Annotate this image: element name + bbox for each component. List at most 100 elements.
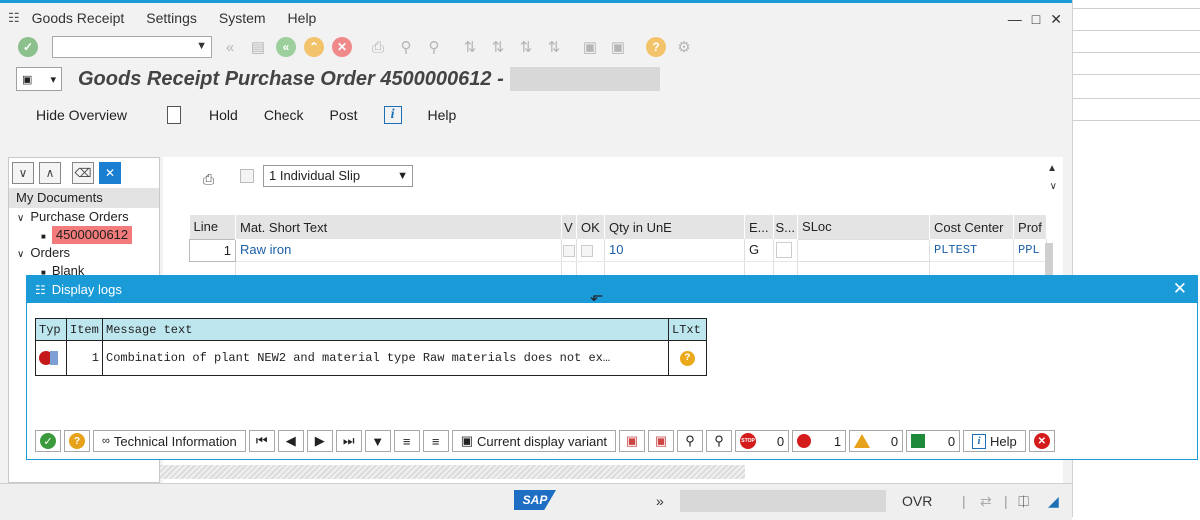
object-services-button[interactable]: ▣ ▾	[16, 67, 62, 91]
message-cell[interactable]: Combination of plant NEW2 and material t…	[102, 340, 669, 376]
copy-button[interactable]: ▣	[619, 430, 646, 452]
sort-asc-button[interactable]: ≡	[393, 430, 420, 452]
print-icon[interactable]: ⎙	[203, 171, 214, 188]
find-next-button[interactable]: ⚲	[706, 430, 733, 452]
info-icon[interactable]: i	[383, 106, 402, 124]
sloc-cell[interactable]	[797, 238, 931, 262]
col-header[interactable]: Message text	[102, 318, 669, 341]
table-row[interactable]: 1 Combination of plant NEW2 and material…	[35, 340, 707, 376]
find-button[interactable]: ⚲	[677, 430, 704, 452]
dialog-icon: ☷	[35, 282, 46, 297]
delete-icon[interactable]: ⌫	[72, 162, 94, 184]
menu-system[interactable]: System	[219, 10, 266, 26]
table-row[interactable]: 1 Raw iron 10 G PLTEST PPL	[189, 238, 1047, 262]
menu-settings[interactable]: Settings	[146, 10, 197, 26]
paste-button[interactable]: ▣	[648, 430, 675, 452]
prev-page-icon[interactable]: ⇅	[488, 37, 508, 57]
status-expand-icon[interactable]: »	[656, 493, 664, 509]
qty-cell[interactable]: 10	[604, 239, 745, 262]
help-button[interactable]: ?	[64, 430, 90, 452]
hold-button[interactable]: Hold	[209, 107, 238, 123]
menu-help[interactable]: Help	[288, 10, 317, 26]
exit-icon[interactable]: ⌃	[304, 37, 324, 57]
unit-cell[interactable]: G	[744, 239, 774, 262]
col-header[interactable]: Line	[189, 215, 236, 239]
find-next-icon[interactable]: ⚲	[424, 37, 444, 57]
help-button[interactable]: Help	[428, 107, 457, 123]
dialog-help-button[interactable]: i Help	[963, 430, 1026, 452]
print-icon[interactable]: ⎙	[368, 37, 388, 57]
new-session-icon[interactable]: ▣	[580, 37, 600, 57]
settings-gear-icon[interactable]: ⚙	[674, 37, 694, 57]
first-page-icon[interactable]: ⇅	[460, 37, 480, 57]
mat-short-text-cell[interactable]: Raw iron	[235, 239, 562, 262]
col-header[interactable]: OK	[576, 215, 605, 239]
tree-item-orders[interactable]: ∨ Orders	[9, 244, 159, 262]
dialog-close-icon[interactable]: ✕	[1173, 279, 1187, 299]
minimize-icon[interactable]: —	[1008, 11, 1022, 28]
filter-button[interactable]: ▼	[364, 430, 391, 452]
success-filter-button[interactable]: 0	[906, 430, 961, 452]
lock-icon[interactable]: ⎅	[1018, 493, 1029, 510]
new-document-icon[interactable]	[167, 106, 182, 124]
tree-item-po[interactable]: ■ 4500000612	[9, 226, 159, 244]
shortcut-icon[interactable]: ▣	[608, 37, 628, 57]
next-page-icon[interactable]: ⇅	[516, 37, 536, 57]
col-header[interactable]: Cost Center	[929, 215, 1015, 239]
back-arrows-icon[interactable]: «	[220, 37, 240, 57]
expand-all-icon[interactable]: ∨	[12, 162, 34, 184]
help-icon[interactable]: ?	[646, 37, 666, 57]
last-page-icon[interactable]: ⇅	[544, 37, 564, 57]
cancel-icon[interactable]: ✕	[332, 37, 352, 57]
prev-button[interactable]: ◀	[277, 430, 304, 452]
col-header[interactable]: E...	[744, 215, 774, 239]
menu-icon[interactable]: ☷	[8, 10, 20, 26]
next-button[interactable]: ▶	[306, 430, 333, 452]
v-checkbox[interactable]	[563, 244, 575, 257]
find-icon[interactable]: ⚲	[396, 37, 416, 57]
slip-select[interactable]: 1 Individual Slip ▼	[263, 165, 413, 187]
check-button[interactable]: Check	[264, 107, 304, 123]
stop-filter-button[interactable]: STOP 0	[735, 430, 790, 452]
col-header[interactable]: SLoc	[797, 215, 931, 239]
enter-icon[interactable]: ✓	[18, 37, 38, 57]
first-page-button[interactable]: ⏮	[248, 430, 275, 452]
line-cell[interactable]: 1	[189, 238, 236, 262]
col-header[interactable]: Prof	[1013, 215, 1047, 239]
sort-desc-button[interactable]: ≡	[422, 430, 449, 452]
cost-center-cell[interactable]: PLTEST	[929, 239, 1015, 262]
cancel-button[interactable]: ✕	[1028, 430, 1055, 452]
display-variant-button[interactable]: ▣ Current display variant	[451, 430, 617, 452]
col-header[interactable]: Typ	[35, 318, 67, 341]
col-header[interactable]: LTxt	[668, 318, 707, 341]
sort-ascending-icon: ≡	[402, 433, 411, 449]
collapse-all-icon[interactable]: ∧	[39, 162, 61, 184]
profit-center-cell[interactable]: PPL	[1013, 239, 1047, 262]
tree-item-purchase-orders[interactable]: ∨ Purchase Orders	[9, 208, 159, 226]
scroll-down-icon[interactable]: ∨	[1050, 181, 1057, 192]
hide-overview-button[interactable]: Hide Overview	[36, 107, 127, 123]
col-header[interactable]: Qty in UnE	[604, 215, 745, 239]
col-header[interactable]: Item	[66, 318, 103, 341]
warning-filter-button[interactable]: 0	[849, 430, 904, 452]
col-header[interactable]: S...	[773, 215, 799, 239]
close-tree-icon[interactable]: ✕	[99, 162, 121, 184]
scroll-up-icon[interactable]: ▲	[1047, 163, 1057, 174]
technical-information-button[interactable]: ∞ Technical Information	[93, 430, 246, 452]
stock-icon[interactable]	[775, 242, 792, 259]
command-field[interactable]: ▼	[52, 36, 212, 58]
col-header[interactable]: V	[561, 215, 577, 239]
col-header[interactable]: Mat. Short Text	[235, 215, 562, 239]
close-icon[interactable]: ✕	[1050, 11, 1062, 28]
last-page-button[interactable]: ⏭	[335, 430, 362, 452]
save-icon[interactable]: ▤	[248, 37, 268, 57]
continue-button[interactable]: ✓	[35, 430, 61, 452]
menu-goods-receipt[interactable]: Goods Receipt	[32, 10, 125, 26]
post-button[interactable]: Post	[330, 107, 358, 123]
print-checkbox[interactable]	[240, 169, 254, 183]
long-text-icon[interactable]: ?	[680, 351, 695, 366]
error-filter-button[interactable]: 1	[792, 430, 847, 452]
ok-checkbox[interactable]	[581, 244, 593, 257]
maximize-icon[interactable]: □	[1032, 11, 1040, 28]
back-icon[interactable]: «	[276, 37, 296, 57]
